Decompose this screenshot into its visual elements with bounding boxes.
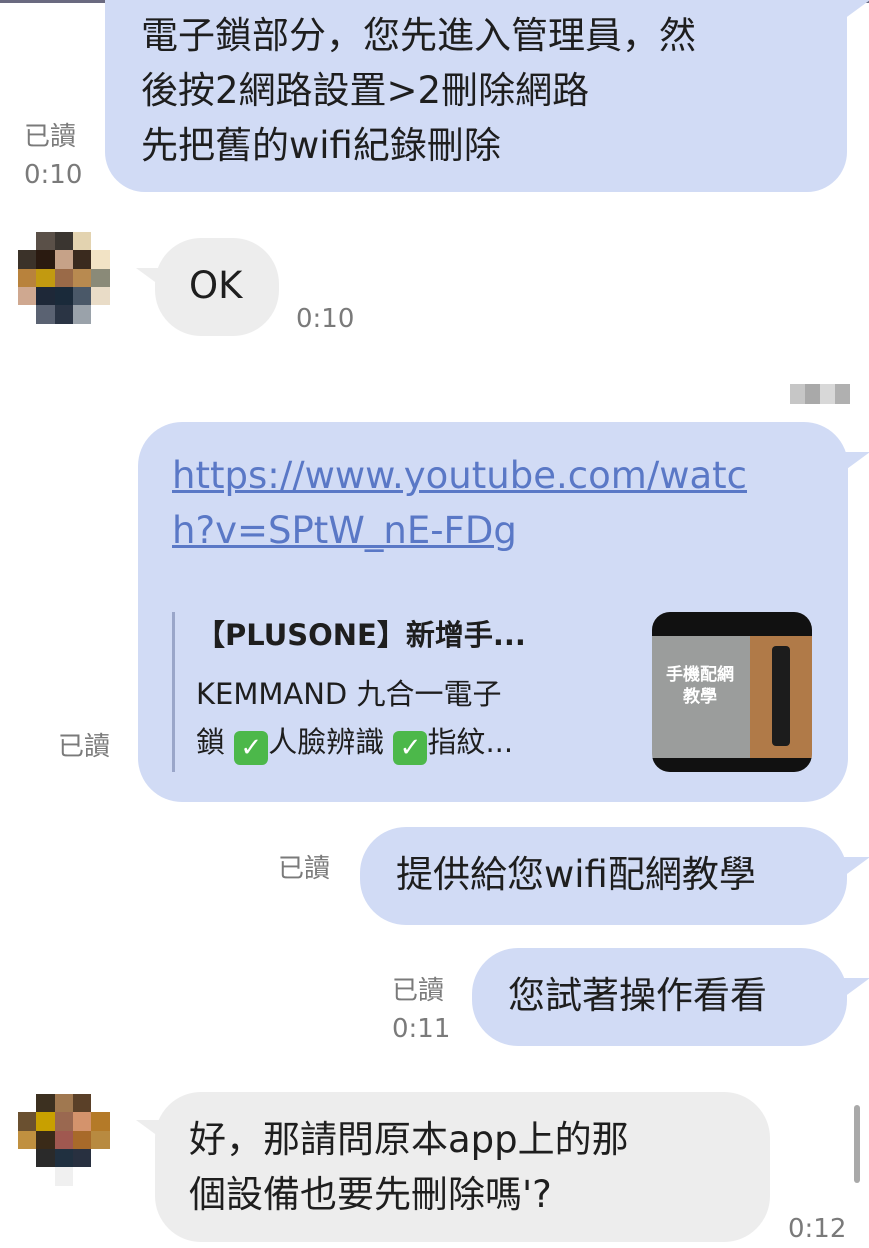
thumbnail-top-bar [652, 612, 812, 636]
message-bubble-incoming[interactable]: 好，那請問原本app上的那 個設備也要先刪除嗎'? [155, 1092, 770, 1242]
preview-desc-word: 指紋... [427, 725, 514, 759]
preview-title: 【PLUSONE】新增手... [196, 618, 526, 652]
message-bubble-outgoing[interactable]: 電子鎖部分，您先進入管理員，然 後按2網路設置>2刪除網路 先把舊的wifi紀錄… [105, 0, 847, 192]
read-receipt: 已讀 [58, 732, 111, 762]
thumbnail-caption: 手機配網 教學 [652, 664, 748, 708]
timestamp: 0:11 [392, 1014, 451, 1044]
message-bubble-outgoing[interactable]: 您試著操作看看 [472, 948, 847, 1046]
preview-desc-line-1: KEMMAND 九合一電子 [196, 677, 502, 711]
message-text: 好，那請問原本app上的那 個設備也要先刪除嗎'? [189, 1118, 629, 1216]
bubble-tail [840, 452, 869, 474]
message-meta: 已讀 0:10 [24, 118, 82, 194]
bubble-tail [136, 1120, 166, 1142]
read-receipt: 已讀 [392, 976, 445, 1006]
preview-desc-word: 人臉辨識 [268, 725, 385, 759]
link-message-bubble[interactable]: https://www.youtube.com/watc h?v=SPtW_nE… [138, 422, 848, 802]
read-receipt: 已讀 [278, 854, 331, 884]
bubble-tail [840, 978, 869, 1000]
message-text: OK [189, 264, 243, 307]
message-text: 您試著操作看看 [508, 974, 767, 1017]
preview-description: KEMMAND 九合一電子 鎖 ✓ 人臉辨識 ✓ 指紋... [196, 670, 626, 766]
bubble-tail [136, 268, 166, 290]
preview-accent-bar [172, 612, 175, 772]
thumbnail-caption-line: 手機配網 [666, 665, 734, 685]
message-meta: 已讀 0:11 [392, 972, 450, 1048]
message-text: 電子鎖部分，您先進入管理員，然 後按2網路設置>2刪除網路 先把舊的wifi紀錄… [141, 14, 696, 167]
contact-avatar[interactable] [18, 232, 128, 342]
thumbnail-bottom-bar [652, 758, 812, 772]
link-preview-card[interactable]: 【PLUSONE】新增手... KEMMAND 九合一電子 鎖 ✓ 人臉辨識 ✓ 指… [172, 612, 812, 772]
check-mark-icon: ✓ [234, 731, 269, 765]
url-line-1[interactable]: https://www.youtube.com/watc [172, 454, 747, 497]
bubble-tail [840, 0, 869, 22]
message-bubble-incoming[interactable]: OK [155, 238, 279, 336]
link-url[interactable]: https://www.youtube.com/watc h?v=SPtW_nE… [172, 448, 848, 558]
timestamp: 0:10 [296, 304, 355, 334]
thumbnail-caption-line: 教學 [683, 687, 717, 707]
url-line-2[interactable]: h?v=SPtW_nE-FDg [172, 509, 517, 552]
scrollbar-thumb[interactable] [854, 1105, 860, 1183]
check-mark-icon: ✓ [393, 731, 428, 765]
thumbnail-lock [772, 646, 790, 746]
read-receipt: 已讀 [24, 122, 77, 152]
message-bubble-outgoing[interactable]: 提供給您wifi配網教學 [360, 827, 847, 925]
blurred-label [790, 384, 850, 404]
bubble-tail [840, 857, 869, 879]
timestamp: 0:12 [788, 1214, 847, 1244]
timestamp: 0:10 [24, 160, 83, 190]
message-text: 提供給您wifi配網教學 [396, 853, 756, 896]
contact-avatar[interactable] [18, 1094, 128, 1204]
preview-thumbnail[interactable]: 手機配網 教學 [652, 612, 812, 772]
preview-desc-word: 鎖 [196, 725, 226, 759]
